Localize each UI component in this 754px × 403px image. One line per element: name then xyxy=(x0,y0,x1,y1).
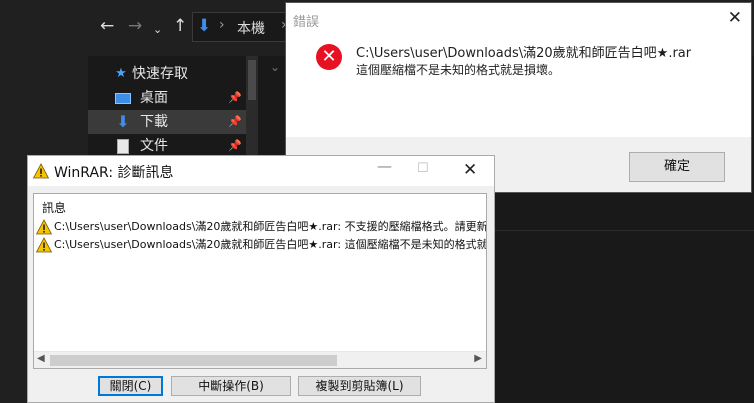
ok-button[interactable]: 確定 xyxy=(629,152,725,182)
error-icon: ✕ xyxy=(316,44,342,70)
download-arrow-icon: ⬇ xyxy=(116,112,130,131)
minimize-icon[interactable]: — xyxy=(377,157,392,175)
close-icon[interactable]: ✕ xyxy=(728,8,742,28)
address-bar[interactable]: ⬇ › 本機 › xyxy=(192,12,292,42)
horizontal-scrollbar[interactable]: ◀ ▶ xyxy=(34,351,486,368)
pin-icon: 📌 xyxy=(228,91,242,104)
back-arrow-icon[interactable]: ← xyxy=(100,16,114,36)
breadcrumb-this-pc[interactable]: 本機 xyxy=(237,18,265,38)
up-arrow-icon[interactable]: ↑ xyxy=(173,16,187,36)
break-operation-button[interactable]: 中斷操作(B) xyxy=(171,376,291,396)
pin-icon: 📌 xyxy=(228,115,242,128)
sidebar-item-desktop[interactable]: 桌面 📌 xyxy=(88,86,258,110)
breadcrumb-separator-icon[interactable]: › xyxy=(219,17,225,33)
scroll-left-icon[interactable]: ◀ xyxy=(37,353,45,364)
star-icon: ★ xyxy=(115,66,127,81)
sidebar-item-label: 快速存取 xyxy=(132,66,188,82)
message-text: C:\Users\user\Downloads\滿20歲就和師匠告白吧★.rar… xyxy=(54,220,487,233)
error-message: 這個壓縮檔不是未知的格式就是損壞。 xyxy=(356,63,561,77)
error-dialog-title: 錯誤 xyxy=(293,15,320,30)
sidebar-item-downloads[interactable]: ⬇ 下載 📌 xyxy=(88,110,258,134)
winrar-dialog-title: WinRAR: 診斷訊息 xyxy=(54,165,174,181)
message-list[interactable]: 訊息 C:\Users\user\Downloads\滿20歲就和師匠告白吧★.… xyxy=(33,193,487,369)
forward-arrow-icon[interactable]: → xyxy=(128,16,142,36)
chevron-down-icon[interactable]: ⌄ xyxy=(270,60,280,74)
warning-icon xyxy=(33,163,49,179)
error-dialog-titlebar[interactable]: 錯誤 ✕ xyxy=(286,3,751,33)
close-button[interactable]: 關閉(C) xyxy=(98,376,163,396)
navigation-pane: ★ 快速存取 桌面 📌 ⬇ 下載 📌 文件 📌 xyxy=(88,62,258,158)
sidebar-item-label: 桌面 xyxy=(140,90,168,106)
download-arrow-icon: ⬇ xyxy=(197,16,212,36)
sidebar-item-label: 下載 xyxy=(140,114,168,130)
warning-icon xyxy=(36,219,52,235)
history-chevron-icon[interactable]: ⌄ xyxy=(153,20,162,40)
winrar-titlebar[interactable]: WinRAR: 診斷訊息 — ☐ ✕ xyxy=(28,156,494,186)
message-list-header: 訊息 xyxy=(42,201,67,215)
list-item[interactable]: C:\Users\user\Downloads\滿20歲就和師匠告白吧★.rar… xyxy=(36,236,487,254)
scroll-right-icon[interactable]: ▶ xyxy=(474,353,482,364)
winrar-diagnostic-dialog: WinRAR: 診斷訊息 — ☐ ✕ 訊息 C:\Users\user\Down… xyxy=(27,155,495,403)
divider xyxy=(487,230,754,231)
close-icon[interactable]: ✕ xyxy=(463,160,477,180)
sidebar-item-quick-access[interactable]: ★ 快速存取 xyxy=(88,62,258,86)
scroll-thumb[interactable] xyxy=(50,355,337,366)
navigation-scroll-thumb[interactable] xyxy=(248,60,256,100)
list-item[interactable]: C:\Users\user\Downloads\滿20歲就和師匠告白吧★.rar… xyxy=(36,218,487,236)
error-file-path: C:\Users\user\Downloads\滿20歲就和師匠告白吧★.rar xyxy=(356,46,692,61)
desktop-icon xyxy=(114,86,132,112)
copy-to-clipboard-button[interactable]: 複製到剪貼簿(L) xyxy=(298,376,421,396)
warning-icon xyxy=(36,237,52,253)
maximize-icon[interactable]: ☐ xyxy=(417,161,429,176)
message-text: C:\Users\user\Downloads\滿20歲就和師匠告白吧★.rar… xyxy=(54,238,487,251)
